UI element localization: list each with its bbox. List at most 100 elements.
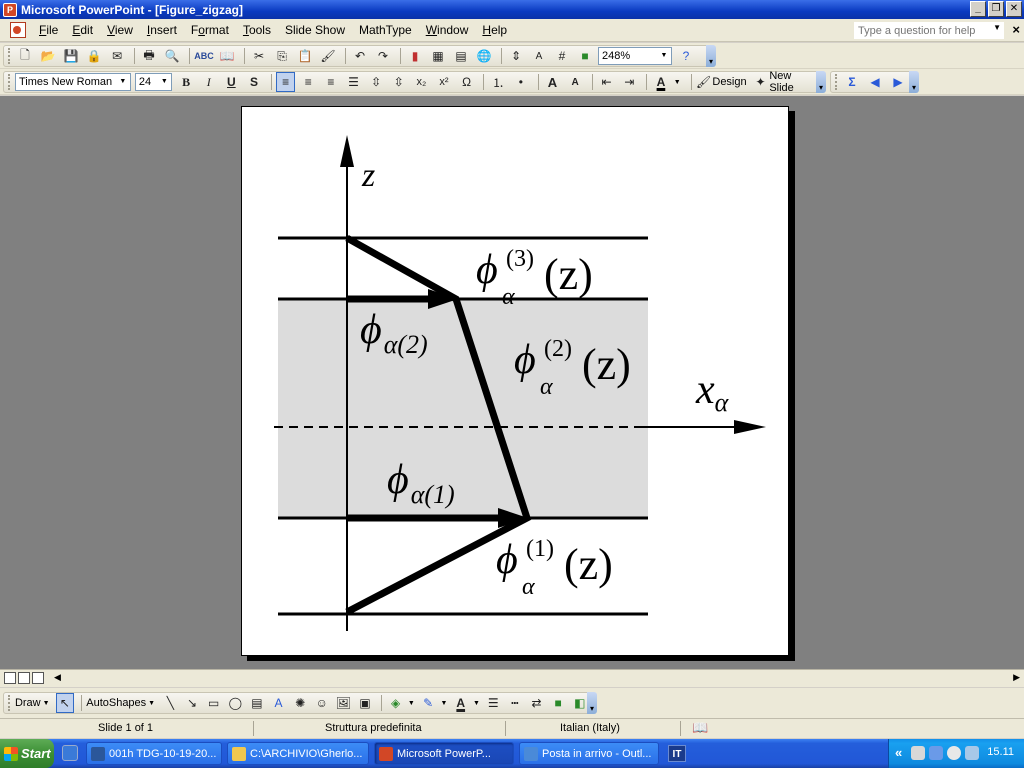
- arrow-tool-icon[interactable]: ↘: [183, 693, 202, 713]
- autoshapes-dropdown-icon[interactable]: ▼: [148, 700, 155, 707]
- start-button[interactable]: Start: [0, 739, 54, 768]
- paste-icon[interactable]: 📋: [295, 46, 315, 66]
- menu-window[interactable]: Window: [419, 23, 476, 37]
- restore-button[interactable]: ❐: [988, 1, 1004, 17]
- insert-picture-icon[interactable]: 🖼: [334, 693, 353, 713]
- slide-show-view-icon[interactable]: [32, 672, 44, 684]
- decrease-indent-icon[interactable]: ⇤: [597, 72, 617, 92]
- save-icon[interactable]: 💾: [61, 46, 81, 66]
- menu-edit[interactable]: Edit: [65, 23, 100, 37]
- expand-all-icon[interactable]: ⇕: [506, 46, 526, 66]
- document-icon[interactable]: [10, 22, 26, 38]
- text-box-icon[interactable]: ▤: [248, 693, 267, 713]
- menu-file[interactable]: File: [32, 23, 65, 37]
- mathtype-toolbar-options-icon[interactable]: ▾: [909, 71, 919, 93]
- scroll-left-icon[interactable]: ◀: [54, 672, 61, 683]
- volume-icon[interactable]: [947, 746, 961, 760]
- taskbar-item-powerpoint[interactable]: Microsoft PowerP...: [374, 742, 514, 765]
- menu-tools[interactable]: Tools: [236, 23, 278, 37]
- insert-table-icon[interactable]: ▦: [428, 46, 448, 66]
- slide-sorter-view-icon[interactable]: [18, 672, 30, 684]
- oval-tool-icon[interactable]: ◯: [226, 693, 245, 713]
- toolbar-options-icon[interactable]: ▾: [816, 71, 826, 93]
- hyperlink-icon[interactable]: 🌐: [474, 46, 494, 66]
- shadow-button[interactable]: S: [244, 72, 264, 92]
- new-icon[interactable]: 🗋: [15, 46, 35, 66]
- line-style-icon[interactable]: ☰: [484, 693, 503, 713]
- show-grid-icon[interactable]: #: [552, 46, 572, 66]
- title-bar[interactable]: P Microsoft PowerPoint - [Figure_zigzag]…: [0, 0, 1024, 19]
- internet-explorer-icon[interactable]: [62, 745, 78, 761]
- font-size-select[interactable]: 24 ▼: [134, 73, 173, 91]
- insert-chart-icon[interactable]: ▮: [405, 46, 425, 66]
- increase-indent-icon[interactable]: ⇥: [620, 72, 640, 92]
- drawing-toolbar-options-icon[interactable]: ▾: [587, 692, 597, 714]
- align-left-icon[interactable]: ≡: [275, 72, 296, 92]
- drawing-font-color-dropdown-icon[interactable]: ▼: [473, 700, 480, 707]
- cut-icon[interactable]: ✂: [249, 46, 269, 66]
- toolbar-grip[interactable]: [8, 695, 11, 711]
- previous-arrow-icon[interactable]: ◀: [865, 72, 885, 92]
- email-icon[interactable]: ✉: [107, 46, 127, 66]
- symbol-button[interactable]: Ω: [457, 72, 477, 92]
- bold-button[interactable]: B: [176, 72, 196, 92]
- draw-menu-button[interactable]: Draw: [15, 697, 41, 709]
- font-select[interactable]: Times New Roman ▼: [14, 73, 131, 91]
- select-objects-icon[interactable]: ↖: [55, 693, 75, 713]
- numbering-icon[interactable]: ⒈: [488, 72, 508, 92]
- tables-borders-icon[interactable]: ▤: [451, 46, 471, 66]
- superscript-button[interactable]: x²: [434, 72, 454, 92]
- line-color-dropdown-icon[interactable]: ▼: [440, 700, 447, 707]
- drawing-font-color-button[interactable]: A: [451, 693, 470, 713]
- minimize-button[interactable]: _: [970, 1, 986, 17]
- design-button[interactable]: Design: [712, 76, 746, 88]
- design-icon[interactable]: 🖌: [696, 72, 712, 92]
- paragraph-spacing-icon[interactable]: ⇳: [389, 72, 409, 92]
- subscript-button[interactable]: x₂: [412, 72, 432, 92]
- taskbar-item-outlook[interactable]: Posta in arrivo - Outl...: [519, 742, 659, 765]
- line-color-icon[interactable]: ✎: [419, 693, 438, 713]
- menu-view[interactable]: View: [100, 23, 140, 37]
- bullets-icon[interactable]: •: [511, 72, 531, 92]
- spelling-icon[interactable]: ABC: [194, 46, 214, 66]
- toolbar-options-icon[interactable]: ▾: [706, 45, 716, 67]
- diagram-icon[interactable]: ✺: [291, 693, 310, 713]
- shrink-font-button[interactable]: A: [565, 72, 585, 92]
- network-icon[interactable]: [929, 746, 943, 760]
- permission-icon[interactable]: 🔒: [84, 46, 104, 66]
- align-center-icon[interactable]: ≡: [298, 72, 318, 92]
- grow-font-button[interactable]: A: [543, 72, 563, 92]
- copy-icon[interactable]: ⎘: [272, 46, 292, 66]
- clip-art-icon[interactable]: ☺: [312, 693, 331, 713]
- line-tool-icon[interactable]: ╲: [161, 693, 180, 713]
- underline-button[interactable]: U: [222, 72, 242, 92]
- show-formatting-icon[interactable]: A: [529, 46, 549, 66]
- close-button[interactable]: ✕: [1006, 1, 1022, 17]
- scroll-right-icon[interactable]: ▶: [1013, 672, 1020, 683]
- font-color-dropdown-icon[interactable]: ▼: [674, 79, 681, 86]
- mathtype-sigma-button[interactable]: Σ: [842, 72, 862, 92]
- tray-app-icon[interactable]: [911, 746, 925, 760]
- help-search-input[interactable]: [854, 22, 1004, 39]
- slide-canvas[interactable]: z xα ϕ α (3) (z) ϕα(2) ϕ α (2) (z) ϕα(1): [241, 106, 789, 656]
- justify-icon[interactable]: ☰: [344, 72, 364, 92]
- horizontal-scrollbar[interactable]: ◀ ▶: [0, 669, 1024, 687]
- line-spacing-icon[interactable]: ⇳: [366, 72, 386, 92]
- spelling-status-icon[interactable]: 📖: [692, 720, 708, 736]
- fill-color-dropdown-icon[interactable]: ▼: [408, 700, 415, 707]
- format-painter-icon[interactable]: 🖌: [318, 46, 338, 66]
- next-arrow-icon[interactable]: ▶: [888, 72, 908, 92]
- language-indicator[interactable]: IT: [668, 745, 686, 762]
- zoom-dropdown-icon[interactable]: ▼: [658, 49, 670, 63]
- zoom-select[interactable]: 248% ▼: [598, 47, 672, 65]
- menu-slide-show[interactable]: Slide Show: [278, 23, 352, 37]
- wordart-icon[interactable]: A: [269, 693, 288, 713]
- document-close-icon[interactable]: ×: [1012, 22, 1020, 37]
- new-slide-icon[interactable]: ✦: [753, 72, 769, 92]
- print-icon[interactable]: 🖶: [139, 46, 159, 66]
- menu-mathtype[interactable]: MathType: [352, 23, 419, 37]
- menu-insert[interactable]: Insert: [140, 23, 184, 37]
- powerpoint-app-icon[interactable]: P: [3, 2, 17, 17]
- rectangle-tool-icon[interactable]: ▭: [204, 693, 223, 713]
- font-dropdown-icon[interactable]: ▼: [117, 75, 129, 89]
